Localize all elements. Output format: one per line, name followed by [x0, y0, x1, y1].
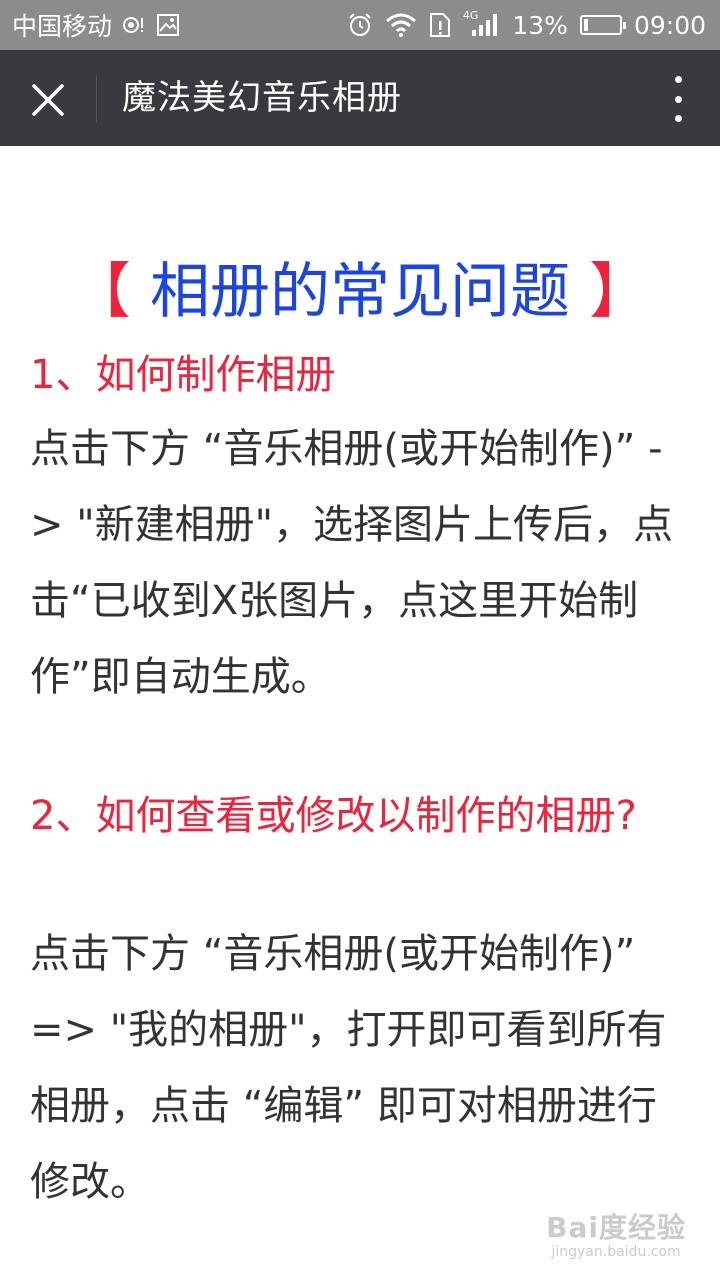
alarm-icon — [347, 12, 373, 38]
status-bar-right: 4G 13% 09:00 — [347, 0, 706, 50]
battery-fill — [583, 19, 588, 31]
more-options-button[interactable] — [666, 76, 690, 122]
battery-percent: 13% — [512, 10, 568, 40]
heading-bracket-close: 】 — [589, 257, 650, 327]
gallery-icon — [156, 13, 180, 37]
close-button[interactable] — [22, 74, 74, 126]
more-dot-icon — [674, 76, 682, 83]
nav-divider — [96, 76, 97, 122]
battery-icon — [579, 15, 626, 35]
watermark-brand: Bai度经验 — [546, 1211, 686, 1244]
signal-icon: 4G — [462, 8, 501, 38]
status-bar: 中国移动 4G 13% 09:00 — [0, 0, 720, 50]
more-dot-icon — [674, 115, 682, 122]
baidu-jingyan-watermark: Bai度经验 jingyan.baidu.com — [546, 1206, 686, 1260]
watermark-url: jingyan.baidu.com — [551, 1244, 681, 1260]
page-title: 魔法美幻音乐相册 — [122, 78, 402, 118]
status-bar-left: 中国移动 — [12, 0, 180, 50]
article-heading: 【 相册的常见问题 】 — [0, 254, 720, 330]
more-dot-icon — [674, 95, 682, 103]
sim-alert-icon — [429, 12, 451, 38]
answer-1: 点击下方 “音乐相册(或开始制作)” -> "新建相册"，选择图片上传后，点击“… — [30, 426, 674, 700]
network-type-badge: 4G — [462, 8, 479, 22]
answer-2: 点击下方 “音乐相册(或开始制作)” => "我的相册"，打开即可看到所有相册，… — [30, 931, 667, 1205]
notification-icon — [122, 14, 146, 36]
heading-text: 相册的常见问题 — [130, 257, 590, 327]
wifi-icon — [385, 13, 417, 37]
carrier-name: 中国移动 — [12, 12, 113, 41]
question-2: 2、如何查看或修改以制作的相册? — [30, 793, 637, 839]
clock: 09:00 — [633, 10, 706, 40]
navigation-bar: 魔法美幻音乐相册 — [0, 50, 720, 146]
close-icon — [32, 84, 64, 116]
question-1: 1、如何制作相册 — [30, 352, 336, 398]
heading-bracket-open: 【 — [70, 257, 131, 327]
